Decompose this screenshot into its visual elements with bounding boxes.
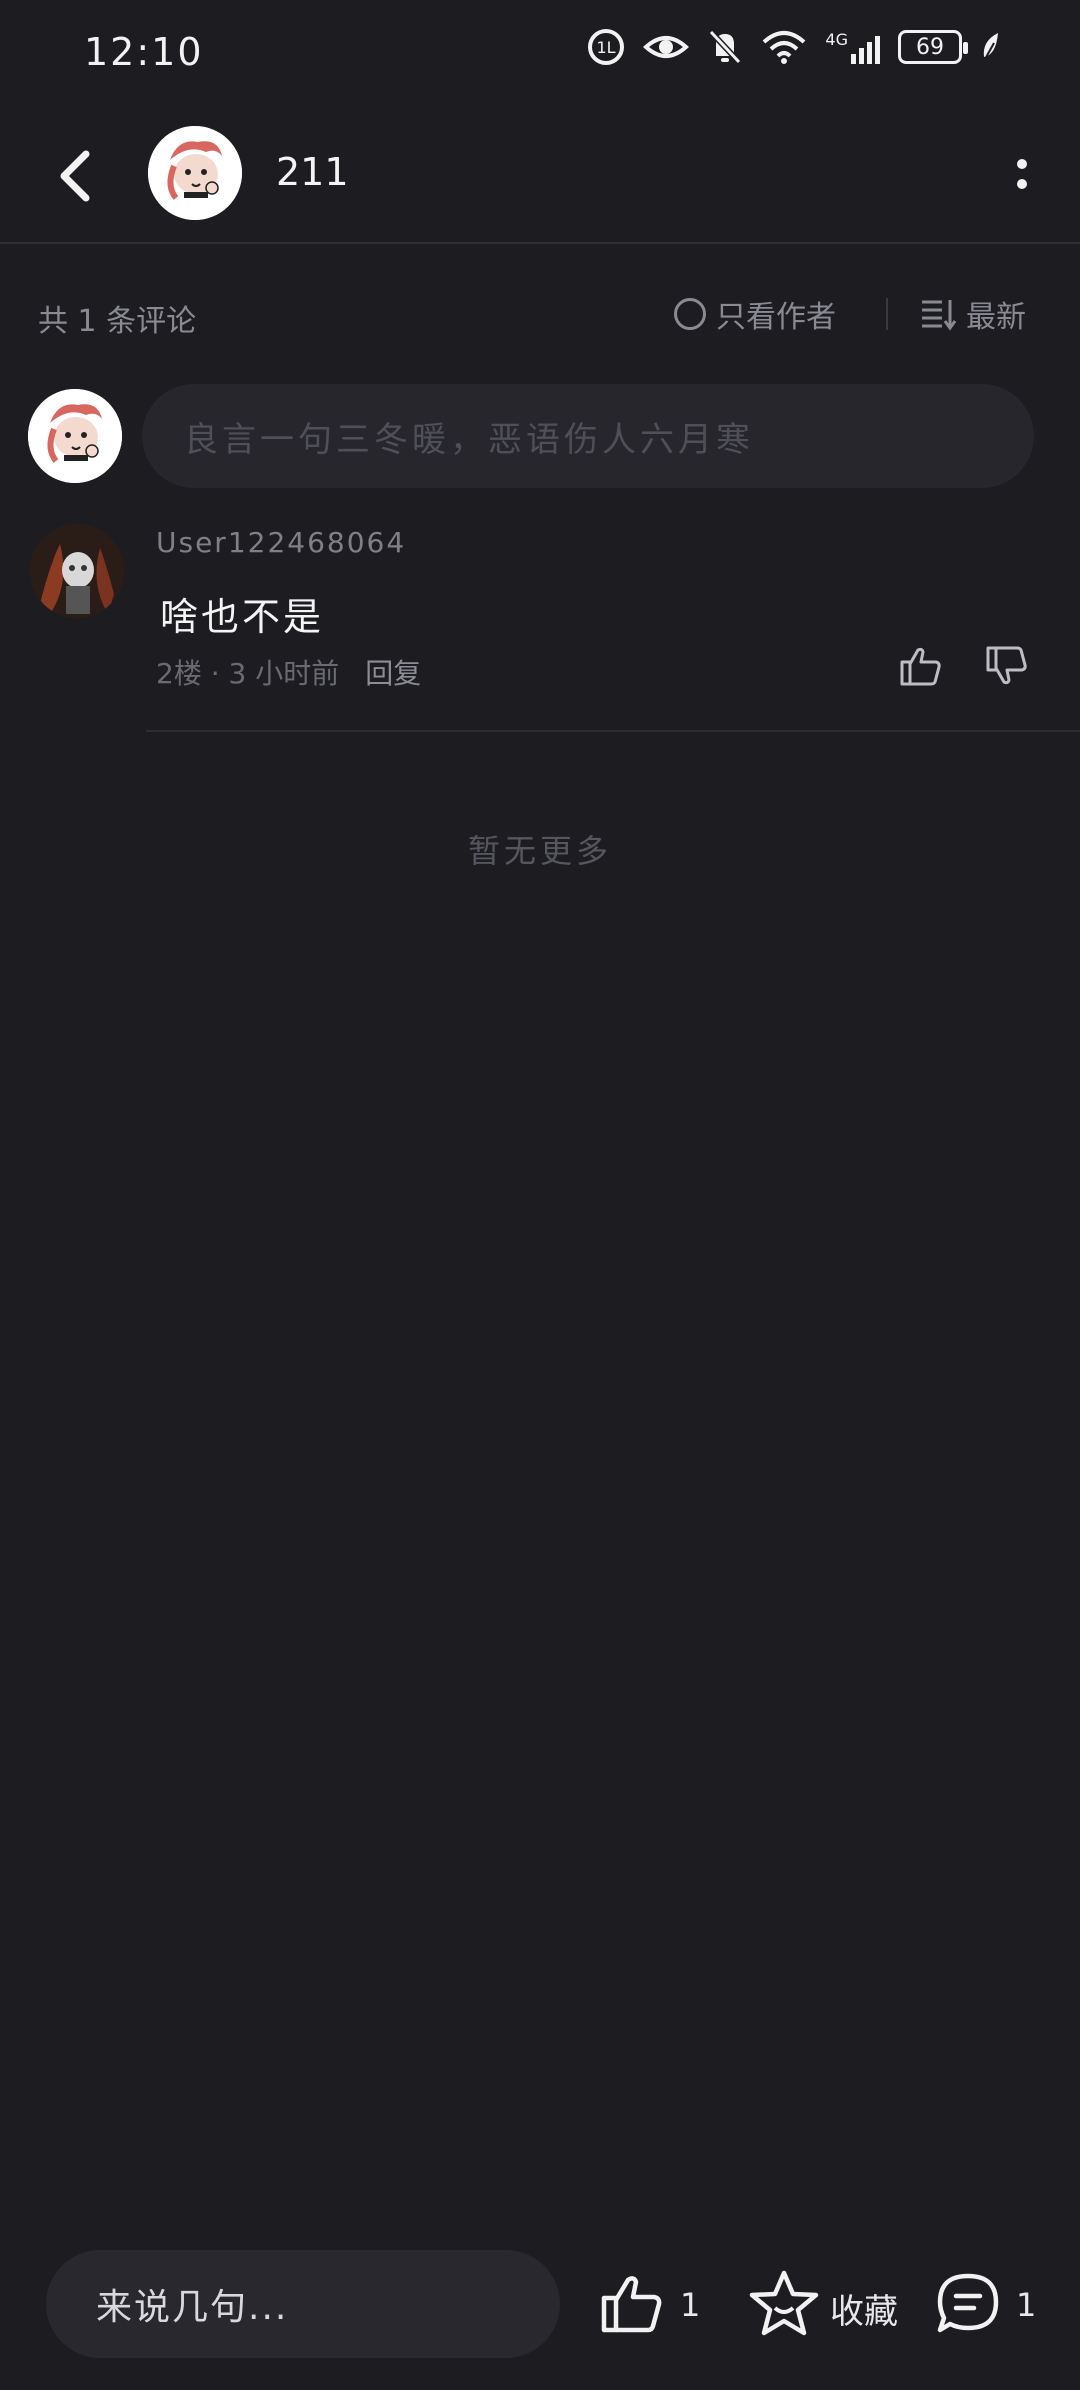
wifi-icon [763,31,806,64]
comment-composer: 良言一句三冬暖，恶语伤人六月寒 [0,384,1080,490]
network-type: 4G [825,30,848,49]
status-bar: 12:10 1L 4G 69 [0,0,1080,100]
more-options-icon[interactable] [1012,150,1032,200]
app-notification-icon: 1L [588,29,625,65]
bottom-action-bar: 来说几句... 1 收藏 1 [0,2248,1080,2360]
comment-text: 啥也不是 [160,595,325,639]
battery-icon: 69 [898,30,968,64]
bell-mute-icon [709,29,742,65]
top-app-bar: 211 [0,110,1080,244]
eye-icon [643,36,690,58]
comment-count-bottom: 1 [1016,2286,1037,2324]
sort-icon [922,300,957,331]
star-icon[interactable] [748,2268,820,2340]
bottom-comment-input[interactable]: 来说几句... [46,2250,560,2358]
status-time: 12:10 [84,30,204,74]
comment-meta: 2楼 · 3 小时前 回复 [156,652,421,692]
leaf-icon [983,33,998,62]
page-title: 211 [276,150,349,194]
author-avatar[interactable] [148,126,242,220]
reply-button[interactable]: 回复 [365,652,421,692]
commenter-avatar[interactable] [30,524,124,618]
current-user-avatar [28,389,122,483]
avatar-illustration-icon [30,524,124,618]
toolbar-divider [886,298,888,330]
comment-bubble-icon[interactable] [934,2270,1002,2338]
battery-level: 69 [916,34,944,60]
like-icon[interactable] [598,2270,666,2338]
avatar-illustration-icon [28,389,122,483]
thumbs-down-icon[interactable] [982,642,1030,690]
status-icons: 1L 4G 69 [587,28,1002,66]
list-end-text: 暂无更多 [467,832,612,870]
only-author-label: 只看作者 [716,300,836,335]
comment-divider [146,730,1080,732]
back-arrow-icon[interactable] [50,146,102,206]
comment-count: 共 1 条评论 [38,304,197,339]
thumbs-up-icon[interactable] [896,642,944,690]
comment-input[interactable]: 良言一句三冬暖，恶语伤人六月寒 [142,384,1034,488]
comment-floor-time: 2楼 · 3 小时前 [156,657,340,690]
sort-button[interactable]: 最新 [920,292,1026,336]
avatar-illustration-icon [148,126,242,220]
radio-circle-icon [674,298,706,330]
only-author-toggle[interactable]: 只看作者 [674,292,836,336]
sort-label: 最新 [966,300,1026,335]
svg-text:1L: 1L [597,38,616,57]
like-count: 1 [680,2286,701,2324]
comment-username[interactable]: User122468064 [156,526,406,559]
comments-toolbar: 共 1 条评论 只看作者 最新 [0,284,1080,344]
favorite-label[interactable]: 收藏 [830,2284,898,2333]
comment-item: User122468064 啥也不是 2楼 · 3 小时前 回复 [0,520,1080,732]
cellular-signal: 4G [825,30,880,64]
